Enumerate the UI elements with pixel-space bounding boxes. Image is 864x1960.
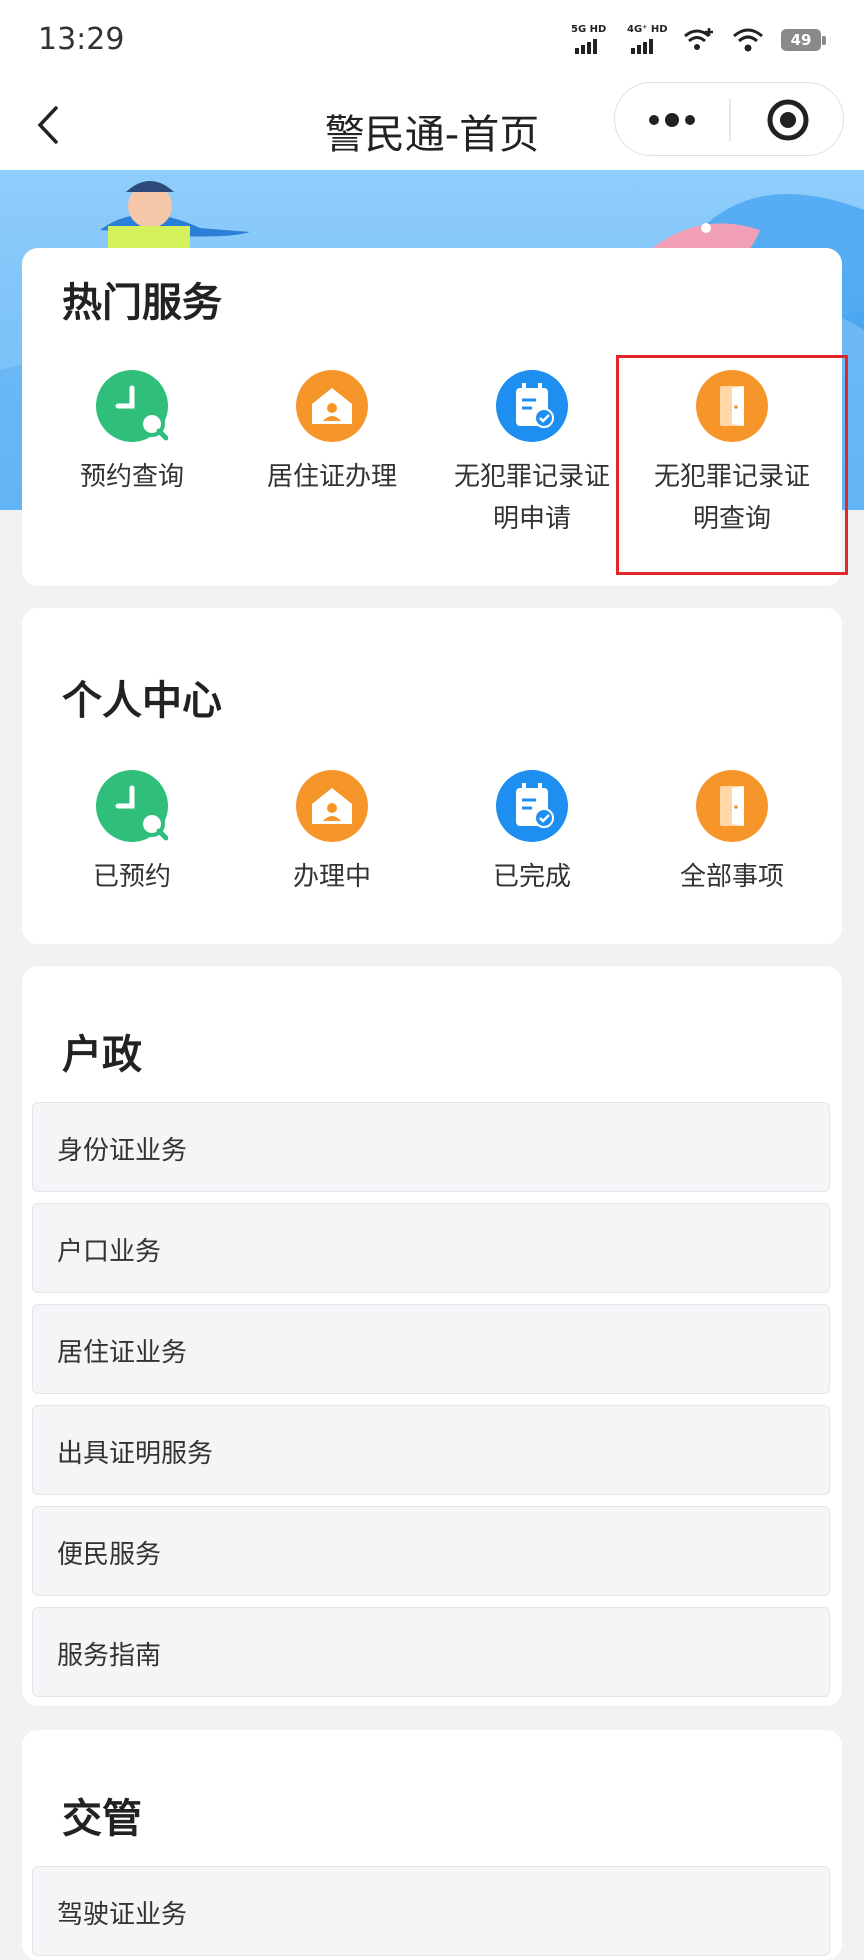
personal-booked[interactable]: 已预约 — [32, 770, 232, 898]
status-bar: 13:29 5G HD 4G⁺ HD 49 — [0, 0, 864, 80]
list-item-label: 服务指南 — [57, 1641, 162, 1671]
signal-4g-icon: 4G⁺ HD — [627, 24, 668, 56]
personal-center-grid: 已预约 办理中 已完成 全部事项 — [22, 770, 842, 898]
personal-completed[interactable]: 已完成 — [432, 770, 632, 898]
list-item-label: 驾驶证业务 — [57, 1900, 188, 1930]
list-item-convenience[interactable]: 便民服务 — [32, 1506, 830, 1596]
household-title: 户政 — [62, 1032, 142, 1078]
list-item-label: 户口业务 — [57, 1237, 162, 1267]
door-icon — [696, 770, 768, 842]
mini-program-capsule — [614, 82, 844, 156]
list-item-label: 出具证明服务 — [57, 1439, 214, 1469]
calendar-check-icon — [496, 770, 568, 842]
list-item-label: 身份证业务 — [57, 1136, 188, 1166]
close-mini-program-button[interactable] — [731, 83, 845, 157]
house-user-icon — [296, 370, 368, 442]
house-user-icon — [296, 770, 368, 842]
personal-all-items[interactable]: 全部事项 — [632, 770, 832, 898]
grid-label: 办理中 — [292, 862, 371, 892]
list-item-certificate[interactable]: 出具证明服务 — [32, 1405, 830, 1495]
grid-label: 无犯罪记录证明申请 — [453, 462, 610, 534]
target-circle-icon — [767, 99, 809, 141]
traffic-card: 交管 驾驶证业务 — [22, 1730, 842, 1960]
more-dots-icon — [649, 113, 695, 127]
list-item-household-register[interactable]: 户口业务 — [32, 1203, 830, 1293]
calendar-check-icon — [496, 370, 568, 442]
service-residence-permit[interactable]: 居住证办理 — [232, 370, 432, 540]
battery-icon: 49 — [781, 29, 826, 51]
wifi-plus-icon — [683, 26, 715, 54]
personal-in-progress[interactable]: 办理中 — [232, 770, 432, 898]
grid-label: 预约查询 — [79, 462, 184, 492]
grid-label: 已完成 — [492, 862, 571, 892]
highlight-box — [616, 355, 848, 575]
clock-search-icon — [96, 370, 168, 442]
status-time: 13:29 — [38, 22, 125, 57]
clock-search-icon — [96, 770, 168, 842]
grid-label: 已预约 — [92, 862, 171, 892]
list-item-id-card[interactable]: 身份证业务 — [32, 1102, 830, 1192]
list-item-label: 居住证业务 — [57, 1338, 188, 1368]
hot-services-title: 热门服务 — [62, 280, 222, 326]
nav-bar: 警民通-首页 — [0, 80, 864, 170]
signal-5g-icon: 5G HD — [571, 24, 609, 56]
service-appointment-query[interactable]: 预约查询 — [32, 370, 232, 540]
household-card: 户政 身份证业务 户口业务 居住证业务 出具证明服务 便民服务 服务指南 — [22, 966, 842, 1706]
personal-center-title: 个人中心 — [62, 678, 222, 724]
personal-center-card: 个人中心 已预约 办理中 已完成 全部事项 — [22, 608, 842, 944]
status-icons: 5G HD 4G⁺ HD 49 — [571, 24, 826, 56]
list-item-guide[interactable]: 服务指南 — [32, 1607, 830, 1697]
list-item-label: 便民服务 — [57, 1540, 162, 1570]
more-button[interactable] — [615, 83, 729, 157]
list-item-driver-license[interactable]: 驾驶证业务 — [32, 1866, 830, 1956]
grid-label: 全部事项 — [679, 862, 784, 892]
traffic-title: 交管 — [62, 1796, 142, 1842]
list-item-residence-permit[interactable]: 居住证业务 — [32, 1304, 830, 1394]
wifi-icon — [733, 27, 763, 53]
grid-label: 居住证办理 — [266, 462, 397, 492]
service-no-crime-apply[interactable]: 无犯罪记录证明申请 — [432, 370, 632, 540]
